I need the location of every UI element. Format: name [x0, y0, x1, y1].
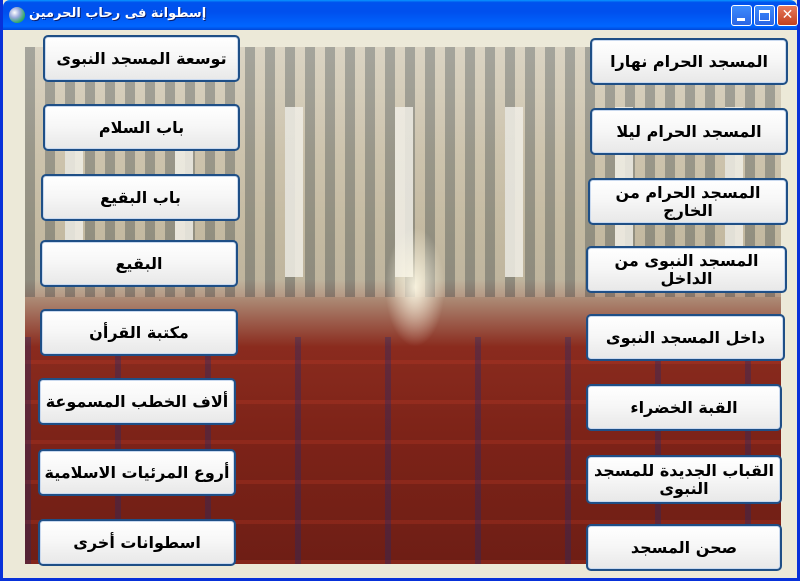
menu-button-al-baqi[interactable]: البقيع — [40, 240, 238, 287]
menu-button-masjid-haram-day[interactable]: المسجد الحرام نهارا — [590, 38, 788, 85]
menu-button-quran-library[interactable]: مكتبة القرأن — [40, 309, 238, 356]
main-panel: المسجد الحرام نهارا المسجد الحرام ليلا ا… — [3, 30, 797, 578]
minimize-button[interactable] — [731, 5, 752, 26]
close-button[interactable]: ✕ — [777, 5, 798, 26]
menu-button-nabawi-expansion[interactable]: توسعة المسجد النبوى — [43, 35, 240, 82]
menu-button-bab-al-baqi[interactable]: باب البقيع — [41, 174, 240, 221]
menu-button-new-domes[interactable]: القباب الجديدة للمسجد النبوى — [586, 455, 782, 504]
app-icon[interactable] — [9, 7, 25, 23]
maximize-button[interactable] — [754, 5, 775, 26]
app-window: إسطوانة فى رحاب الحرمين ✕ المسجد الحرام … — [0, 0, 800, 581]
window-title: إسطوانة فى رحاب الحرمين — [29, 6, 207, 21]
menu-button-green-dome[interactable]: القبة الخضراء — [586, 384, 782, 431]
title-bar[interactable]: إسطوانة فى رحاب الحرمين ✕ — [3, 0, 798, 30]
menu-button-islamic-videos[interactable]: أروع المرئيات الاسلامية — [38, 449, 236, 496]
minimize-icon — [737, 18, 745, 21]
menu-button-audio-sermons[interactable]: ألاف الخطب المسموعة — [38, 378, 236, 425]
menu-button-bab-al-salam[interactable]: باب السلام — [43, 104, 240, 151]
menu-button-other-discs[interactable]: اسطوانات أخرى — [38, 519, 236, 566]
menu-button-masjid-haram-night[interactable]: المسجد الحرام ليلا — [590, 108, 788, 155]
close-icon: ✕ — [781, 7, 794, 23]
menu-button-mosque-courtyard[interactable]: صحن المسجد — [586, 524, 782, 571]
menu-button-masjid-nabawi-inside[interactable]: المسجد النبوى من الداخل — [586, 246, 787, 293]
maximize-icon — [759, 10, 770, 21]
menu-button-masjid-haram-outside[interactable]: المسجد الحرام من الخارج — [588, 178, 788, 225]
menu-button-inside-masjid-nabawi[interactable]: داخل المسجد النبوى — [586, 314, 785, 361]
